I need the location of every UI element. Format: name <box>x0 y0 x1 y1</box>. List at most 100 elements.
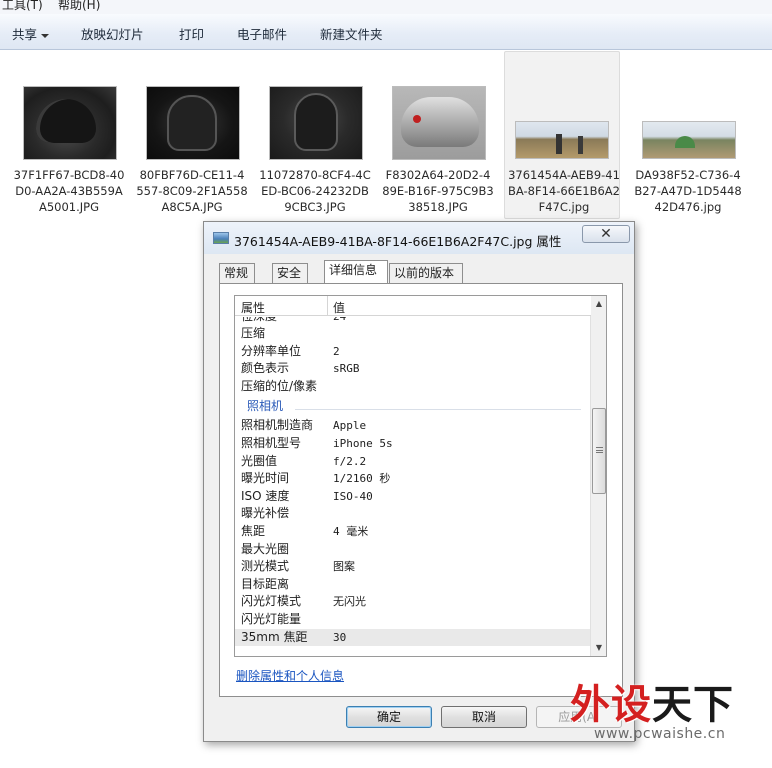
mouse-shape <box>167 95 217 151</box>
property-key: ISO 速度 <box>241 488 290 503</box>
property-row[interactable]: 位深度 24 <box>235 317 591 325</box>
property-value: 4 毫米 <box>333 524 369 538</box>
property-key: 照相机型号 <box>241 435 302 450</box>
new-folder-button[interactable]: 新建文件夹 <box>320 24 383 43</box>
property-value: 30 <box>333 630 347 644</box>
mouse-photo-thumbnail <box>146 86 240 160</box>
property-key: 闪光灯模式 <box>241 594 302 609</box>
close-button[interactable]: ✕ <box>582 225 630 243</box>
property-row[interactable]: 光圈值 f/2.2 <box>235 453 591 471</box>
chevron-down-icon <box>41 33 50 38</box>
watermark-logo: 外设天下 www.pcwaishe.cn <box>570 672 770 762</box>
property-row[interactable]: 最大光圈 <box>235 541 591 559</box>
beach-photo-thumbnail <box>642 121 736 159</box>
property-row[interactable]: 曝光补偿 <box>235 505 591 523</box>
tab-general[interactable]: 常规 <box>219 263 255 283</box>
property-value: 图案 <box>333 560 355 574</box>
scroll-down-arrow-icon[interactable]: ▼ <box>591 640 606 656</box>
property-key: 分辨率单位 <box>241 343 302 358</box>
watermark-text: 外设天下 <box>570 682 734 728</box>
property-row[interactable]: ISO 速度 ISO-40 <box>235 488 591 506</box>
print-button[interactable]: 打印 <box>179 24 204 43</box>
property-row[interactable]: 照相机型号 iPhone 5s <box>235 435 591 453</box>
property-row[interactable]: 曝光时间 1/2160 秒 <box>235 470 591 488</box>
column-divider[interactable] <box>327 296 328 316</box>
scroll-up-arrow-icon[interactable]: ▲ <box>591 296 606 312</box>
property-key: 目标距离 <box>241 576 290 591</box>
property-row[interactable]: 测光模式 图案 <box>235 558 591 576</box>
grip-icon <box>596 447 603 453</box>
group-divider <box>295 409 581 411</box>
property-value: 2 <box>333 344 340 358</box>
share-label: 共享 <box>12 27 38 42</box>
image-file-icon <box>213 232 229 244</box>
email-button[interactable]: 电子邮件 <box>237 24 287 43</box>
column-value[interactable]: 值 <box>333 299 345 316</box>
property-list[interactable]: 属性 值 位深度 24 压缩 分辨率单位 2 颜色表示 sRGB 压缩的位/像素 照… <box>234 295 607 657</box>
mouse-photo-thumbnail <box>23 86 117 160</box>
property-rows: 位深度 24 压缩 分辨率单位 2 颜色表示 sRGB 压缩的位/像素 照相机 照相… <box>235 317 591 647</box>
property-value: ISO-40 <box>333 489 373 503</box>
vertical-scrollbar[interactable]: ▲ ▼ <box>590 296 606 656</box>
property-row[interactable]: 照相机制造商 Apple <box>235 417 591 435</box>
cancel-button[interactable]: 取消 <box>441 706 527 728</box>
property-key: 焦距 <box>241 523 266 538</box>
property-row[interactable]: 闪光灯模式 无闪光 <box>235 593 591 611</box>
menu-help[interactable]: 帮助(H) <box>58 0 100 13</box>
file-name: F8302A64-20D2-489E-B16F-975C9B338518.JPG <box>382 168 494 214</box>
mouse-shape <box>401 97 479 147</box>
property-row[interactable]: 压缩 <box>235 325 591 343</box>
list-header: 属性 值 <box>235 296 591 316</box>
property-value: iPhone 5s <box>333 436 393 450</box>
toolbar: 共享 放映幻灯片 打印 电子邮件 新建文件夹 <box>0 14 772 50</box>
property-key: 闪光灯能量 <box>241 611 302 626</box>
property-row[interactable]: 焦距 4 毫米 <box>235 523 591 541</box>
property-key: 位深度 <box>241 317 277 325</box>
property-value: f/2.2 <box>333 454 367 468</box>
property-value: 1/2160 秒 <box>333 472 391 486</box>
watermark-url: www.pcwaishe.cn <box>594 726 726 742</box>
property-row[interactable]: 分辨率单位 2 <box>235 343 591 361</box>
menu-tools[interactable]: 工具(T) <box>2 0 43 13</box>
column-property[interactable]: 属性 <box>241 299 265 316</box>
property-key: 压缩 <box>241 326 266 340</box>
property-row[interactable]: 目标距离 <box>235 576 591 594</box>
share-button[interactable]: 共享 <box>12 24 50 43</box>
ok-button[interactable]: 确定 <box>346 706 432 728</box>
dialog-titlebar[interactable]: 3761454A-AEB9-41BA-8F14-66E1B6A2F47C.jpg… <box>204 222 634 254</box>
tab-details[interactable]: 详细信息 <box>324 260 388 283</box>
property-row[interactable]: 闪光灯能量 <box>235 611 591 629</box>
property-row[interactable]: 压缩的位/像素 <box>235 378 591 396</box>
menu-bar: 工具(T) 帮助(H) <box>0 0 772 14</box>
property-key: 测光模式 <box>241 559 290 574</box>
tab-security[interactable]: 安全 <box>272 263 308 283</box>
property-value: Apple <box>333 419 367 433</box>
file-name: 3761454A-AEB9-41BA-8F14-66E1B6A2F47C.jpg <box>508 168 620 214</box>
mouse-photo-thumbnail <box>269 86 363 160</box>
details-panel: 属性 值 位深度 24 压缩 分辨率单位 2 颜色表示 sRGB 压缩的位/像素 照… <box>219 283 623 697</box>
property-key: 颜色表示 <box>241 361 290 376</box>
beach-photo-thumbnail <box>515 121 609 159</box>
property-key: 光圈值 <box>241 453 278 468</box>
tab-previous-versions[interactable]: 以前的版本 <box>389 263 463 283</box>
group-label: 照相机 <box>247 399 284 414</box>
remove-properties-link[interactable]: 删除属性和个人信息 <box>236 667 344 684</box>
mouse-shape <box>294 93 338 151</box>
property-key: 曝光补偿 <box>241 506 290 521</box>
property-row[interactable]: 颜色表示 sRGB <box>235 360 591 378</box>
property-value: sRGB <box>333 362 360 376</box>
property-row-hover[interactable]: 35mm 焦距 30 <box>235 628 591 647</box>
property-key: 曝光时间 <box>241 471 290 486</box>
scroll-thumb[interactable] <box>592 408 606 494</box>
file-name: 11072870-8CF4-4CED-BC06-24232DB9CBC3.JPG <box>259 168 371 214</box>
tent-shape <box>675 136 695 148</box>
property-key: 照相机制造商 <box>241 418 314 433</box>
slideshow-button[interactable]: 放映幻灯片 <box>81 24 144 43</box>
file-name: 80FBF76D-CE11-4557-8C09-2F1A558A8C5A.JPG <box>136 168 248 214</box>
properties-dialog: 3761454A-AEB9-41BA-8F14-66E1B6A2F47C.jpg… <box>203 221 635 742</box>
mouse-shape <box>36 99 96 143</box>
property-value: 无闪光 <box>333 595 366 609</box>
file-name: 37F1FF67-BCD8-40D0-AA2A-43B559AA5001.JPG <box>13 168 125 214</box>
person-figure <box>578 136 583 154</box>
file-name: DA938F52-C736-4B27-A47D-1D544842D476.jpg <box>634 168 742 214</box>
